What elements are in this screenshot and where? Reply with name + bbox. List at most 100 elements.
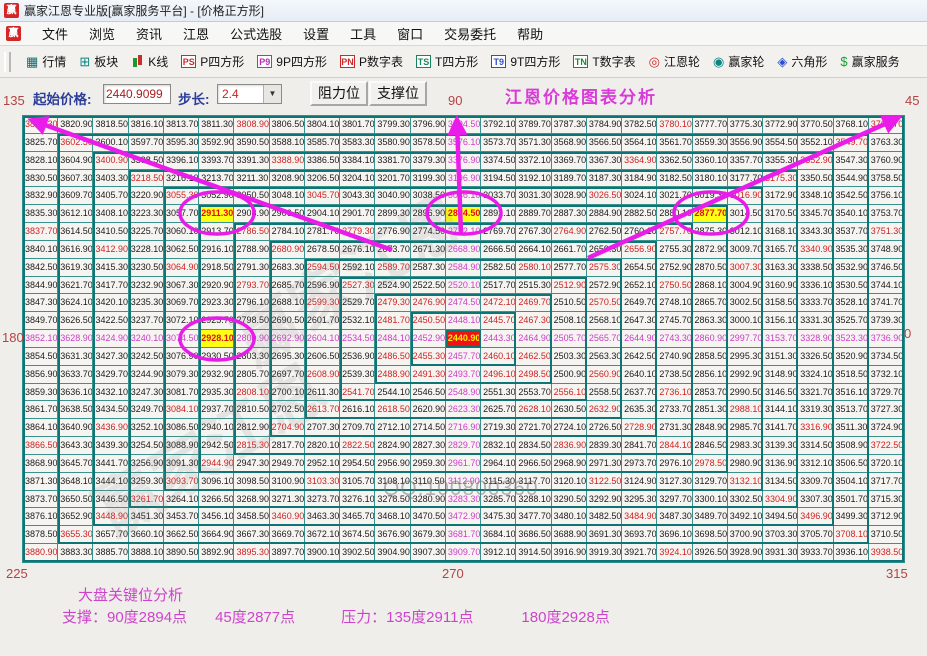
grid-cell: 2731.30 (657, 419, 692, 437)
resistance-button[interactable]: 阻力位 (310, 81, 368, 106)
grid-cell: 2815.30 (234, 437, 269, 455)
grid-cell: 2613.70 (305, 401, 340, 419)
grid-cell: 2908.90 (234, 205, 269, 223)
grid-cell: 2712.10 (375, 419, 410, 437)
grid-cell: 3580.90 (375, 134, 410, 152)
menu-item-2[interactable]: 资讯 (136, 24, 162, 43)
grid-cell: 2695.30 (270, 348, 305, 366)
grid-cell: 2508.10 (552, 312, 587, 330)
grid-cell: 2584.90 (446, 259, 481, 277)
grid-cell: 2846.50 (693, 437, 728, 455)
grid-cell: 3760.90 (869, 152, 904, 170)
grid-cell: 3552.10 (798, 134, 833, 152)
grid-cell-highlight: 2928.10 (199, 330, 234, 348)
grid-cell: 2500.90 (552, 366, 587, 384)
grid-cell: 2899.30 (375, 205, 410, 223)
grid-cell: 2534.50 (340, 330, 375, 348)
support-button[interactable]: 支撑位 (369, 81, 427, 106)
grid-cell: 2666.50 (481, 241, 516, 259)
toolbar-button-6[interactable]: TST四方形 (416, 53, 478, 70)
grid-cell: 3561.70 (657, 134, 692, 152)
grid-cell: 3100.90 (270, 473, 305, 491)
toolbar-button-7[interactable]: T99T四方形 (491, 53, 560, 70)
step-combobox[interactable]: 2.4 ▼ (217, 84, 282, 104)
grid-cell: 3206.50 (305, 170, 340, 188)
grid-cell: 3088.90 (164, 437, 199, 455)
grid-cell: 3012.10 (728, 223, 763, 241)
grid-cell: 3472.90 (446, 508, 481, 526)
grid-cell: 2649.70 (622, 294, 657, 312)
grid-cell: 3916.90 (552, 544, 587, 562)
grid-cell: 3638.50 (58, 401, 93, 419)
grid-cell: 2961.70 (446, 455, 481, 473)
menu-item-8[interactable]: 交易委托 (444, 24, 496, 43)
menu-item-4[interactable]: 公式选股 (230, 24, 282, 43)
toolbar-button-12[interactable]: $赢家服务 (840, 53, 899, 70)
grid-cell: 3295.30 (622, 491, 657, 509)
kline-candles-icon (131, 54, 144, 69)
grid-cell: 3643.30 (58, 437, 93, 455)
toolbar-button-0[interactable]: ▦行情 (26, 53, 66, 70)
menu-item-7[interactable]: 窗口 (397, 24, 423, 43)
grid-cell: 3316.90 (798, 419, 833, 437)
toolbar-button-11[interactable]: ◈六角形 (777, 53, 827, 70)
menu-item-0[interactable]: 文件 (42, 24, 68, 43)
grid-cell: 3151.30 (763, 348, 798, 366)
menu-item-1[interactable]: 浏览 (89, 24, 115, 43)
menu-item-5[interactable]: 设置 (303, 24, 329, 43)
grid-cell: 3283.30 (446, 491, 481, 509)
grid-cell: 2716.90 (446, 419, 481, 437)
grid-cell: 2721.70 (516, 419, 551, 437)
toolbar-label-2: K线 (148, 53, 168, 70)
menu-item-9[interactable]: 帮助 (517, 24, 543, 43)
grid-cell: 3324.10 (798, 366, 833, 384)
menu-item-6[interactable]: 工具 (350, 24, 376, 43)
grid-cell: 3427.30 (93, 348, 128, 366)
grid-cell: 2536.90 (340, 348, 375, 366)
grid-cell: 3285.70 (481, 491, 516, 509)
grid-cell: 3751.30 (869, 223, 904, 241)
chevron-down-icon[interactable]: ▼ (263, 85, 281, 103)
grid-cell: 3595.30 (164, 134, 199, 152)
toolbar-button-2[interactable]: K线 (131, 53, 168, 70)
grid-cell: 3674.50 (340, 526, 375, 544)
grid-cell: 3093.70 (164, 473, 199, 491)
grid-cell: 3259.30 (129, 473, 164, 491)
grid-cell: 3439.30 (93, 437, 128, 455)
toolbar-button-3[interactable]: PSP四方形 (181, 53, 244, 70)
grid-cell: 2673.70 (375, 241, 410, 259)
grid-cell: 3585.70 (305, 134, 340, 152)
toolbar-button-5[interactable]: PNP数字表 (340, 53, 403, 70)
grid-cell: 3823.30 (23, 116, 58, 134)
grid-cell: 3393.70 (199, 152, 234, 170)
grid-cell: 3429.70 (93, 366, 128, 384)
toolbar-button-1[interactable]: ⊞板块 (79, 53, 118, 70)
start-price-input[interactable] (103, 84, 171, 104)
grid-cell: 2760.10 (622, 223, 657, 241)
grid-cell: 3782.50 (622, 116, 657, 134)
grid-cell: 3592.90 (199, 134, 234, 152)
toolbar-button-8[interactable]: TNT数字表 (573, 53, 635, 70)
grid-cell: 2932.90 (199, 366, 234, 384)
grid-cell: 2882.50 (622, 205, 657, 223)
toolbar-button-4[interactable]: P99P四方形 (257, 53, 327, 70)
grid-cell: 3724.90 (869, 419, 904, 437)
grid-cell: 3345.70 (798, 205, 833, 223)
grid-cell: 2985.70 (728, 419, 763, 437)
grid-cell: 3662.50 (164, 526, 199, 544)
grid-cell: 2776.90 (375, 223, 410, 241)
grid-cell: 3667.30 (234, 526, 269, 544)
grid-cell: 3590.50 (234, 134, 269, 152)
grid-cell: 3597.70 (129, 134, 164, 152)
toolbar-button-10[interactable]: ◉赢家轮 (713, 53, 764, 70)
menu-item-3[interactable]: 江恩 (183, 24, 209, 43)
grid-cell: 2464.90 (516, 330, 551, 348)
grid-cell: 3650.50 (58, 491, 93, 509)
grid-cell: 3230.50 (129, 259, 164, 277)
grid-cell: 2568.10 (587, 312, 622, 330)
grid-cell: 2952.10 (305, 455, 340, 473)
grid-cell: 3705.70 (798, 526, 833, 544)
grid-cell: 3931.30 (763, 544, 798, 562)
grid-cell: 2976.10 (657, 455, 692, 473)
toolbar-button-9[interactable]: ◎江恩轮 (649, 53, 700, 70)
